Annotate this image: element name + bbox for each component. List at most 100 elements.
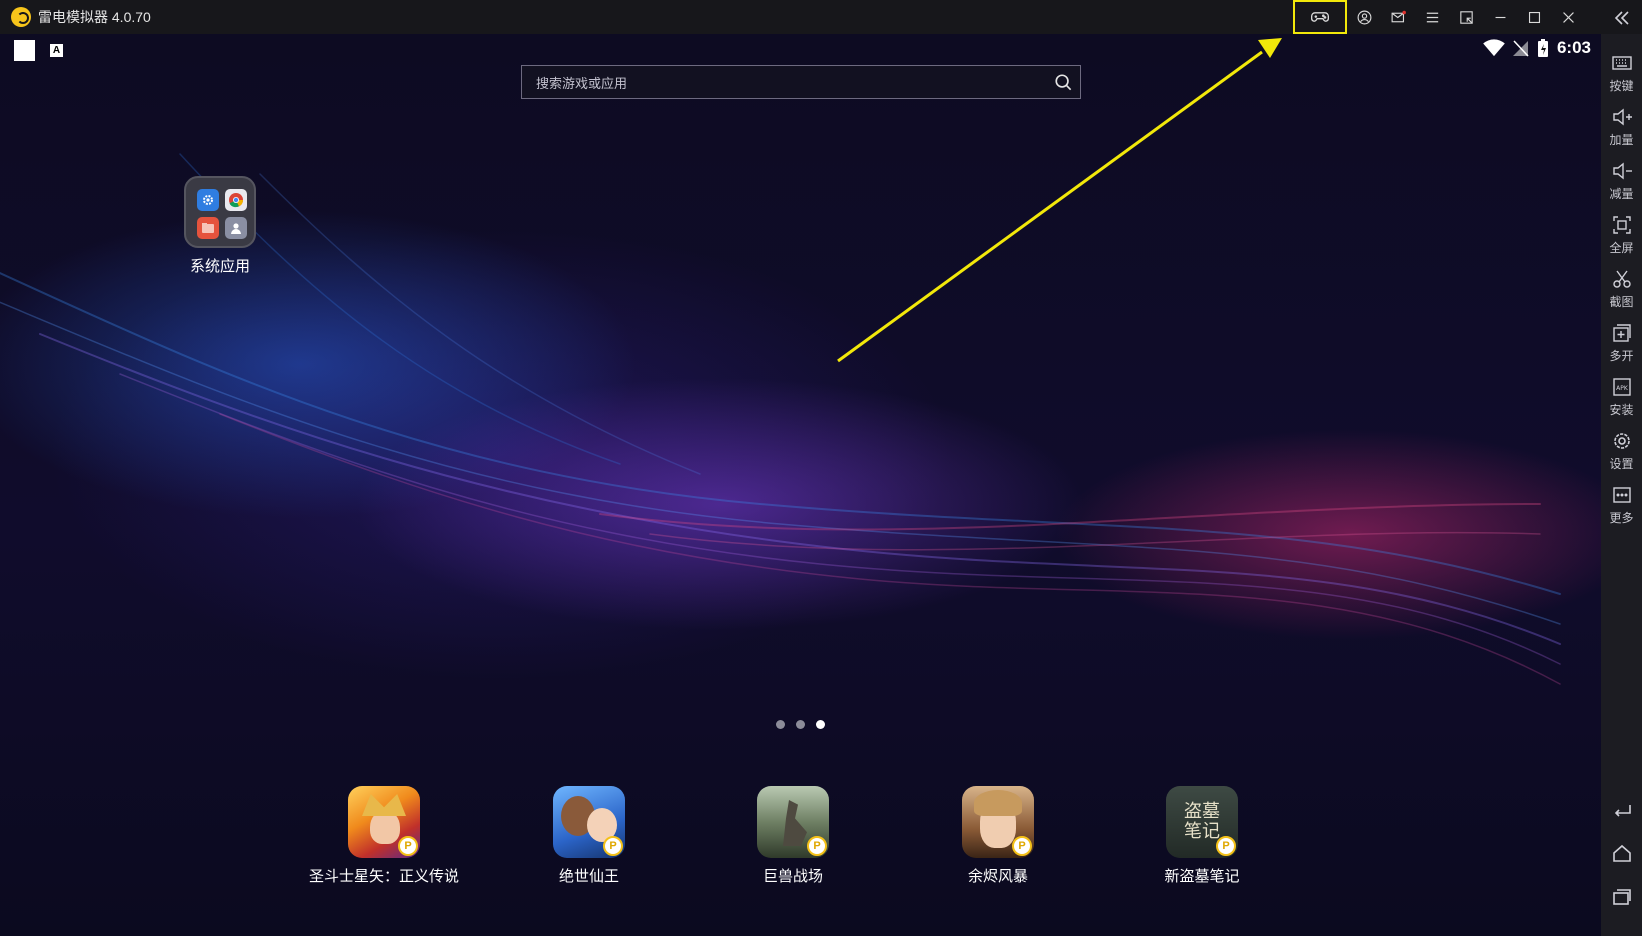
- mail-button[interactable]: [1381, 0, 1415, 34]
- status-time: 6:03: [1556, 38, 1591, 57]
- gamepad-icon: [1311, 12, 1329, 22]
- shrink-icon: [1459, 10, 1473, 24]
- app-title: 雷电模拟器 4.0.70: [38, 9, 151, 25]
- nav-back-button[interactable]: [1601, 798, 1642, 820]
- mail-icon: [1391, 10, 1406, 22]
- maximize-icon: [1528, 11, 1540, 23]
- sidebar-item-fullscreen[interactable]: 全屏: [1601, 214, 1642, 256]
- ldplayer-badge-icon: P: [398, 836, 418, 856]
- scissors-icon: [1612, 270, 1631, 288]
- juesh-xianwang-app-icon: P: [553, 786, 625, 858]
- sidebar-item-label: 安装: [1609, 403, 1634, 417]
- more-icon: [1612, 487, 1631, 503]
- app-logo-icon: [11, 7, 31, 27]
- keyboard-icon: [1611, 56, 1632, 70]
- ldplayer-badge-icon: P: [603, 836, 623, 856]
- back-icon: [1614, 805, 1631, 817]
- recents-icon: [1612, 889, 1631, 905]
- sidebar-item-volume-down[interactable]: 减量: [1601, 160, 1642, 202]
- dock-app-label: 巨兽战场: [762, 868, 823, 885]
- right-toolbar: 按键 加量 减量 全屏 截图 多开 APK 安装 设置 更多: [1601, 11, 1642, 936]
- saint-seiya-app-icon: P: [348, 786, 420, 858]
- dock-app-yujin-fengbao[interactable]: P 余烬风暴: [918, 786, 1078, 886]
- title-bar-controls: [1293, 0, 1642, 34]
- android-screen: A 6:03 搜索游戏或应用 系统应用 P 圣斗士星矢：正义传说 P 绝世仙王 …: [0, 34, 1601, 936]
- fullscreen-icon: [1612, 216, 1631, 234]
- sidebar-item-label: 加量: [1609, 133, 1634, 147]
- volume-down-icon: [1612, 162, 1632, 180]
- nav-recents-button[interactable]: [1601, 886, 1642, 908]
- sidebar-item-label: 全屏: [1609, 241, 1634, 255]
- dock-app-jushou-zhanchang[interactable]: P 巨兽战场: [713, 786, 873, 886]
- apk-icon-text: APK: [1616, 385, 1629, 392]
- dock-app-juesh-xianwang[interactable]: P 绝世仙王: [509, 786, 669, 886]
- search-icon[interactable]: [1046, 65, 1080, 99]
- ldplayer-badge-icon: P: [1216, 836, 1236, 856]
- sidebar-item-label: 减量: [1609, 187, 1634, 201]
- ldplayer-badge-icon: P: [807, 836, 827, 856]
- nav-home-button[interactable]: [1601, 842, 1642, 864]
- volume-up-icon: [1612, 108, 1632, 126]
- sidebar-item-volume-up[interactable]: 加量: [1601, 106, 1642, 148]
- page-dot[interactable]: [796, 720, 805, 729]
- dock-app-label: 余烬风暴: [967, 868, 1028, 885]
- wifi-icon: [1483, 39, 1505, 57]
- daomu-biji-logo-text: 盗墓笔记: [1184, 801, 1220, 842]
- folder-icon: [184, 176, 256, 248]
- menu-icon: [1426, 12, 1438, 22]
- page-dot-active[interactable]: [816, 720, 825, 729]
- folder-label: 系统应用: [189, 258, 250, 275]
- no-signal-icon: [1512, 40, 1529, 57]
- sidebar-item-multi-instance[interactable]: 多开: [1601, 322, 1642, 364]
- sidebar-item-label: 多开: [1609, 349, 1634, 363]
- jushou-zhanchang-app-icon: P: [757, 786, 829, 858]
- close-button[interactable]: [1551, 0, 1585, 34]
- status-bar-right: 6:03: [1483, 38, 1591, 58]
- xin-daomu-biji-app-icon: 盗墓笔记 P: [1166, 786, 1238, 858]
- dock-app-label: 绝世仙王: [558, 868, 619, 885]
- page-indicator: [776, 720, 825, 729]
- gamepad-button[interactable]: [1293, 0, 1347, 34]
- home-icon: [1612, 844, 1631, 862]
- close-icon: [1562, 11, 1574, 23]
- maximize-button[interactable]: [1517, 0, 1551, 34]
- system-apps-folder[interactable]: 系统应用: [180, 176, 260, 276]
- files-app-icon: [197, 217, 219, 239]
- dock-app-xin-daomu-biji[interactable]: 盗墓笔记 P 新盗墓笔记: [1122, 786, 1282, 886]
- browser-app-icon: [225, 189, 247, 211]
- account-icon: [1357, 10, 1371, 24]
- dock-app-saint-seiya[interactable]: P 圣斗士星矢：正义传说: [304, 786, 464, 886]
- shrink-button[interactable]: [1449, 0, 1483, 34]
- minimize-button[interactable]: [1483, 0, 1517, 34]
- sidebar-item-install[interactable]: APK 安装: [1601, 376, 1642, 418]
- ldplayer-badge-icon: P: [1012, 836, 1032, 856]
- dock-app-label: 新盗墓笔记: [1164, 868, 1240, 885]
- yujin-fengbao-app-icon: P: [962, 786, 1034, 858]
- search-bar[interactable]: 搜索游戏或应用: [521, 65, 1081, 99]
- sidebar-item-settings[interactable]: 设置: [1601, 430, 1642, 472]
- search-input[interactable]: 搜索游戏或应用: [536, 73, 1046, 92]
- sidebar-item-label: 更多: [1609, 511, 1634, 525]
- double-chevron-left-icon: [1614, 11, 1629, 25]
- minimize-icon: [1495, 16, 1505, 18]
- sidebar-item-more[interactable]: 更多: [1601, 484, 1642, 526]
- account-button[interactable]: [1347, 0, 1381, 34]
- dock-app-label: 圣斗士星矢：正义传说: [308, 868, 459, 885]
- notification-square-icon: [14, 40, 35, 61]
- status-bar-left: A: [14, 40, 63, 61]
- page-dot[interactable]: [776, 720, 785, 729]
- sidebar-item-keymap[interactable]: 按键: [1601, 52, 1642, 94]
- keyboard-letter-icon: A: [50, 44, 63, 57]
- sidebar-item-label: 按键: [1609, 79, 1634, 93]
- sidebar-item-label: 截图: [1609, 295, 1634, 309]
- title-bar: 雷电模拟器 4.0.70: [0, 0, 1642, 34]
- sidebar-item-screenshot[interactable]: 截图: [1601, 268, 1642, 310]
- collapse-sidebar-button[interactable]: [1601, 7, 1642, 29]
- sidebar-item-label: 设置: [1609, 457, 1634, 471]
- battery-charging-icon: [1537, 39, 1548, 57]
- multi-instance-icon: [1612, 324, 1631, 342]
- contacts-app-icon: [225, 217, 247, 239]
- apk-icon: APK: [1612, 378, 1631, 396]
- menu-button[interactable]: [1415, 0, 1449, 34]
- settings-app-icon: [197, 189, 219, 211]
